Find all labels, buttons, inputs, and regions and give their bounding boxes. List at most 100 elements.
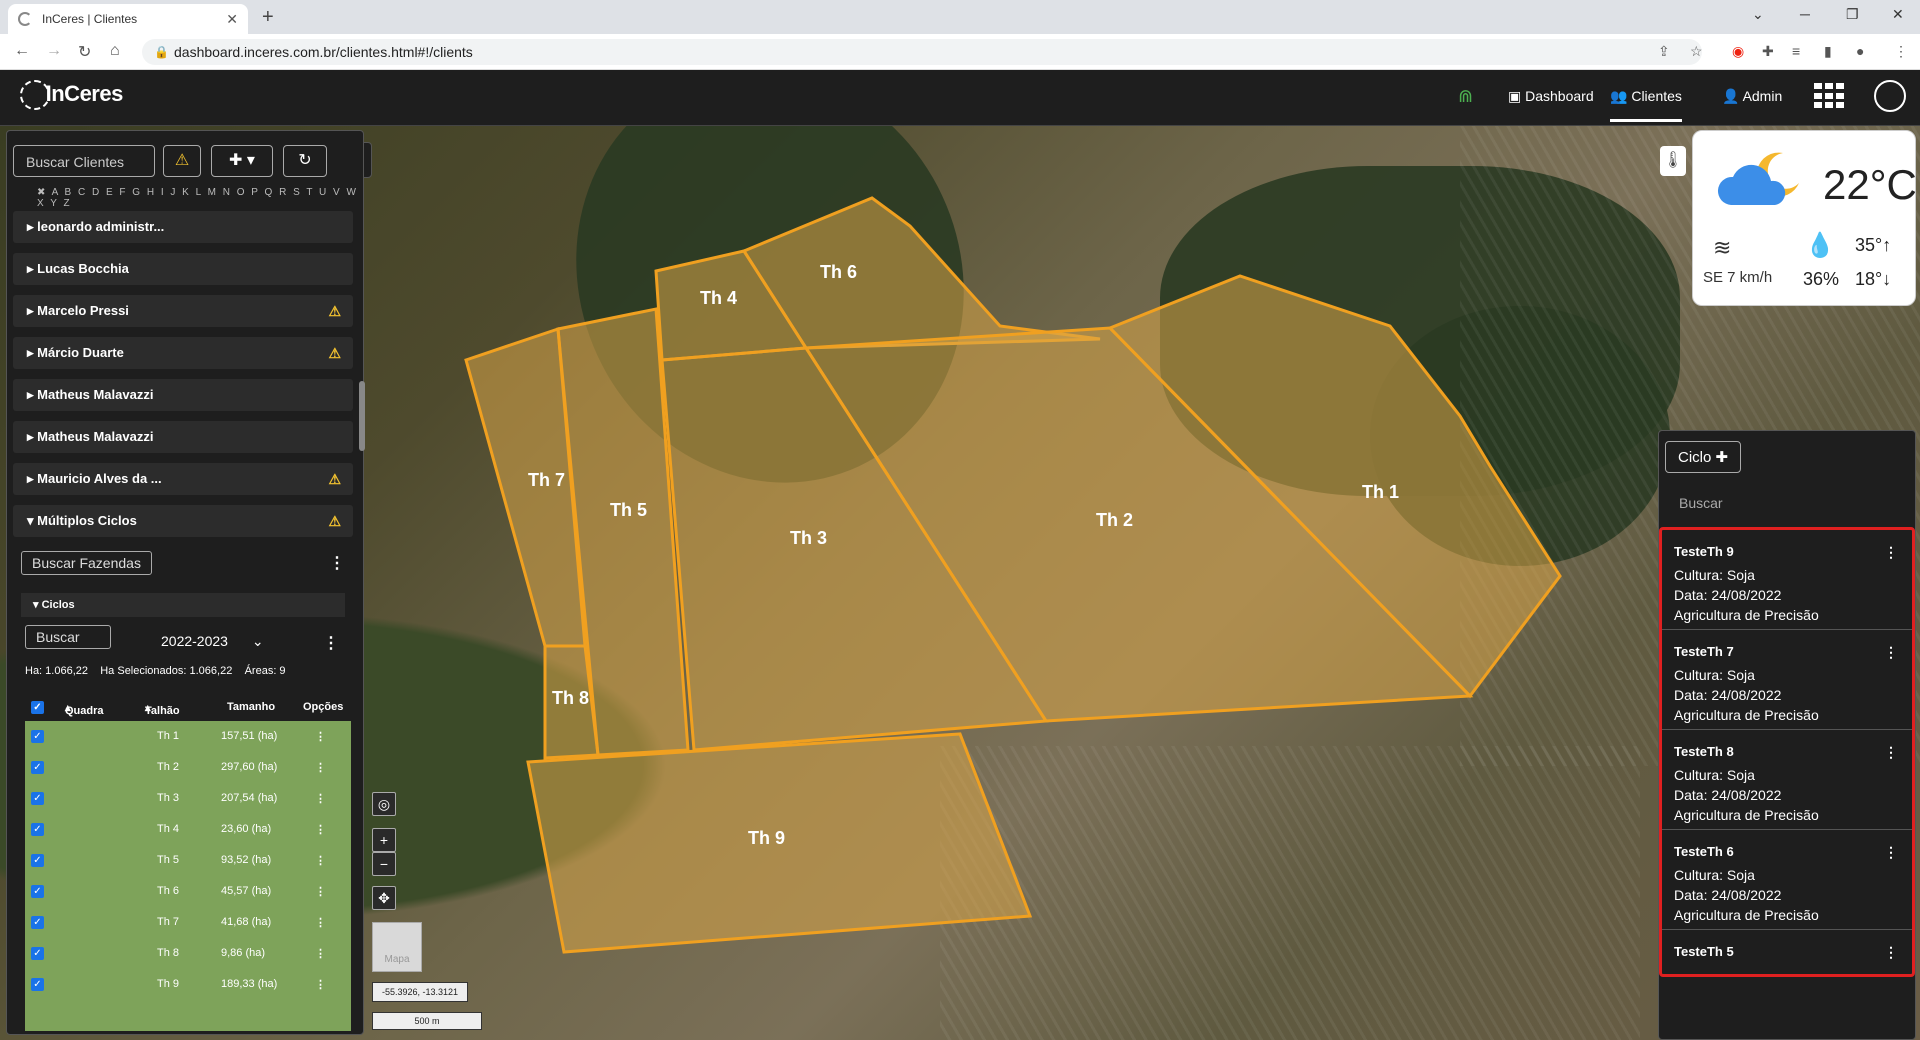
card-options-icon[interactable]: ⋮ [1884, 644, 1898, 661]
add-dropdown-button[interactable]: ✚ ▾ [211, 145, 273, 177]
alphabet-filter[interactable]: ✖ A B C D E F G H I J K L M N O P Q R S … [37, 187, 363, 209]
select-all-checkbox[interactable]: ✓ [31, 701, 44, 714]
table-row[interactable]: ✓ Th 2 297,60 (ha) ⋮ [25, 752, 351, 783]
zoom-out-button[interactable]: − [372, 852, 396, 876]
card-options-icon[interactable]: ⋮ [1884, 544, 1898, 561]
new-tab-button[interactable]: + [262, 6, 274, 29]
col-talhao[interactable]: Talhão ▴ [145, 701, 180, 717]
logo[interactable]: InCeres [20, 80, 123, 110]
table-row[interactable]: ✓ Th 9 189,33 (ha) ⋮ [25, 969, 351, 1000]
media-icon[interactable]: ≡ [1792, 43, 1800, 59]
compass-icon[interactable]: ◎ [372, 792, 396, 816]
row-checkbox[interactable]: ✓ [31, 978, 44, 991]
farm-options-icon[interactable]: ⋮ [329, 553, 345, 573]
search-farms-button[interactable]: Buscar Fazendas [21, 551, 152, 575]
cycle-card[interactable]: TesteTh 7 ⋮ Cultura: Soja Data: 24/08/20… [1662, 630, 1912, 730]
window-close-icon[interactable]: ✕ [1892, 6, 1904, 23]
client-name: Marcelo Pressi [37, 303, 129, 318]
row-options-icon[interactable]: ⋮ [315, 916, 326, 929]
table-row[interactable]: ✓ Th 6 45,57 (ha) ⋮ [25, 876, 351, 907]
cycle-card[interactable]: TesteTh 6 ⋮ Cultura: Soja Data: 24/08/20… [1662, 830, 1912, 930]
row-options-icon[interactable]: ⋮ [315, 792, 326, 805]
row-checkbox[interactable]: ✓ [31, 792, 44, 805]
client-item[interactable]: ▸ Lucas Bocchia [13, 253, 353, 285]
nav-clientes[interactable]: 👥 Clientes [1610, 88, 1682, 122]
nav-admin[interactable]: 👤 Admin [1722, 88, 1782, 105]
opera-icon[interactable]: ◉ [1732, 43, 1744, 60]
tab-close-icon[interactable]: ✕ [226, 11, 238, 28]
row-options-icon[interactable]: ⋮ [315, 947, 326, 960]
add-ciclo-button[interactable]: Ciclo ✚ [1665, 441, 1742, 473]
row-checkbox[interactable]: ✓ [31, 916, 44, 929]
row-talhao: Th 1 [157, 730, 180, 742]
map-layer-thumbnail[interactable]: Mapa [372, 922, 422, 972]
client-item[interactable]: ▸ Marcelo Pressi ⚠ [13, 295, 353, 327]
row-options-icon[interactable]: ⋮ [315, 761, 326, 774]
back-icon[interactable]: ← [14, 42, 30, 60]
maximize-icon[interactable]: ❐ [1846, 6, 1859, 23]
card-options-icon[interactable]: ⋮ [1884, 744, 1898, 761]
table-row[interactable]: ✓ Th 7 41,68 (ha) ⋮ [25, 907, 351, 938]
col-quadra[interactable]: Quadra ▴ [65, 701, 104, 717]
card-options-icon[interactable]: ⋮ [1884, 844, 1898, 861]
ciclos-section-header[interactable]: ▾ Ciclos [21, 593, 345, 617]
nav-dashboard[interactable]: ▣ Dashboard [1508, 88, 1594, 105]
row-options-icon[interactable]: ⋮ [315, 885, 326, 898]
season-select[interactable]: 2022-2023 ⌄ [145, 627, 285, 655]
cycle-card[interactable]: TesteTh 9 ⋮ Cultura: Soja Data: 24/08/20… [1662, 530, 1912, 630]
row-checkbox[interactable]: ✓ [31, 730, 44, 743]
row-checkbox[interactable]: ✓ [31, 947, 44, 960]
search-clients-input[interactable]: Buscar Clientes [13, 145, 155, 177]
row-options-icon[interactable]: ⋮ [315, 823, 326, 836]
zoom-in-button[interactable]: + [372, 828, 396, 852]
url-field[interactable]: 🔒 dashboard.inceres.com.br/clientes.html… [142, 39, 1702, 65]
profile-icon[interactable]: ● [1856, 43, 1864, 59]
cycle-card[interactable]: TesteTh 5 ⋮ [1662, 930, 1912, 974]
row-options-icon[interactable]: ⋮ [315, 854, 326, 867]
ciclos-options-icon[interactable]: ⋮ [323, 633, 339, 653]
client-item[interactable]: ▸ Márcio Duarte ⚠ [13, 337, 353, 369]
minimize-icon[interactable]: ─ [1800, 6, 1810, 22]
user-avatar[interactable] [1874, 80, 1906, 112]
row-options-icon[interactable]: ⋮ [315, 730, 326, 743]
row-checkbox[interactable]: ✓ [31, 761, 44, 774]
warning-filter-button[interactable]: ⚠ [163, 145, 201, 177]
client-item-expanded[interactable]: ▾ Múltiplos Ciclos ⚠ [13, 505, 353, 537]
humidity-icon: 💧 [1805, 232, 1835, 259]
temp-min: 18°↓ [1855, 269, 1892, 289]
menu-icon[interactable]: ⋮ [1894, 43, 1908, 60]
lock-icon[interactable]: 🔒 [154, 39, 169, 65]
panel-scrollbar[interactable] [359, 381, 365, 451]
extensions-icon[interactable]: ✚ [1762, 43, 1774, 60]
client-item[interactable]: ▸ leonardo administr... [13, 211, 353, 243]
row-checkbox[interactable]: ✓ [31, 885, 44, 898]
row-checkbox[interactable]: ✓ [31, 823, 44, 836]
table-row[interactable]: ✓ Th 5 93,52 (ha) ⋮ [25, 845, 351, 876]
pan-icon[interactable]: ✥ [372, 886, 396, 910]
reload-icon[interactable]: ↻ [78, 42, 91, 62]
apps-grid-icon[interactable] [1814, 83, 1844, 109]
table-row[interactable]: ✓ Th 1 157,51 (ha) ⋮ [25, 721, 351, 752]
sidepanel-icon[interactable]: ▮ [1824, 43, 1832, 60]
share-icon[interactable]: ⇪ [1658, 43, 1670, 60]
client-item[interactable]: ▸ Mauricio Alves da ... ⚠ [13, 463, 353, 495]
client-item[interactable]: ▸ Matheus Malavazzi [13, 379, 353, 411]
row-checkbox[interactable]: ✓ [31, 854, 44, 867]
home-icon[interactable]: ⌂ [110, 42, 120, 60]
table-row[interactable]: ✓ Th 4 23,60 (ha) ⋮ [25, 814, 351, 845]
table-row[interactable]: ✓ Th 8 9,86 (ha) ⋮ [25, 938, 351, 969]
client-item[interactable]: ▸ Matheus Malavazzi [13, 421, 353, 453]
row-options-icon[interactable]: ⋮ [315, 978, 326, 991]
refresh-button[interactable]: ↻ [283, 145, 327, 177]
bookmark-star-icon[interactable]: ☆ [1690, 43, 1703, 60]
table-row[interactable]: ✓ Th 3 207,54 (ha) ⋮ [25, 783, 351, 814]
cycles-search-input[interactable]: Buscar [1679, 495, 1723, 511]
cycle-card[interactable]: TesteTh 8 ⋮ Cultura: Soja Data: 24/08/20… [1662, 730, 1912, 830]
forward-icon[interactable]: → [46, 42, 62, 60]
card-options-icon[interactable]: ⋮ [1884, 944, 1898, 961]
tab-search-icon[interactable]: ⌄ [1752, 6, 1764, 23]
ciclos-search-input[interactable]: Buscar [25, 625, 111, 649]
browser-tab[interactable]: InCeres | Clientes ✕ [8, 4, 248, 34]
nav-dashboard-label: Dashboard [1525, 88, 1594, 104]
thermometer-icon[interactable]: 🌡 [1660, 146, 1686, 176]
